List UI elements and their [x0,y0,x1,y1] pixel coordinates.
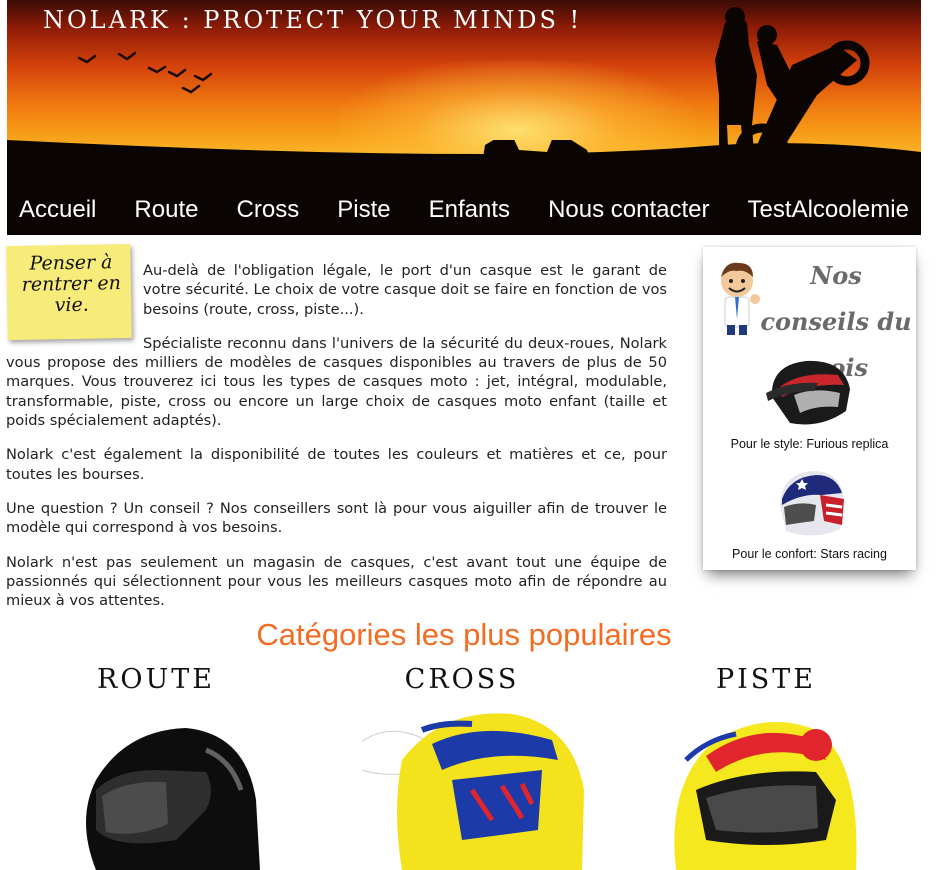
nav-enfants[interactable]: Enfants [429,196,510,224]
category-label: CROSS [404,664,520,695]
category-cross[interactable]: CROSS [332,664,592,870]
categories-heading: Catégories les plus populaires [256,617,672,652]
piste-helmet-icon [674,722,857,870]
category-route[interactable]: ROUTE [26,664,286,870]
nav-piste[interactable]: Piste [337,196,390,224]
category-label: PISTE [715,664,817,695]
cross-helmet-icon [362,713,584,870]
header-banner: NOLARK : PROTECT YOUR MINDS ! Accueil Ro… [7,0,921,235]
birds-silhouette [77,51,213,94]
stars-helmet-icon [779,471,844,536]
stunt-bike-silhouette [715,7,870,175]
route-helmet-icon [86,728,260,870]
conseil-caption: Pour le style: Furious replica [730,437,889,451]
intro-paragraph: Une question ? Un conseil ? Nos conseill… [6,499,667,537]
conseil-product[interactable]: Pour le style: Furious replica [703,353,916,451]
nav-route[interactable]: Route [134,196,198,224]
nav-accueil[interactable]: Accueil [19,196,96,224]
nav-nous-contacter[interactable]: Nous contacter [548,196,709,224]
category-piste[interactable]: PISTE [636,664,896,870]
category-label: ROUTE [97,664,215,695]
conseil-product[interactable]: Pour le confort: Stars racing [703,465,916,561]
cross-helmet-icon [765,360,850,425]
main-nav: Accueil Route Cross Piste Enfants Nous c… [7,185,921,235]
intro-text: Au-delà de l'obligation légale, le port … [6,261,667,625]
conseils-panel: Nos conseils du mois Pour le style: Furi… [703,247,916,570]
intro-paragraph: Au-delà de l'obligation légale, le port … [143,262,667,318]
intro-paragraph: Nolark c'est également la disponibilité … [6,446,667,483]
nav-cross[interactable]: Cross [237,196,300,224]
conseil-caption: Pour le confort: Stars racing [732,547,887,561]
site-title: NOLARK : PROTECT YOUR MINDS ! [43,6,583,34]
intro-paragraph: Nolark n'est pas seulement un magasin de… [6,553,667,610]
nav-testalcoolemie[interactable]: TestAlcoolemie [748,196,909,224]
intro-paragraph: Spécialiste reconnu dans l'univers de la… [6,334,667,430]
